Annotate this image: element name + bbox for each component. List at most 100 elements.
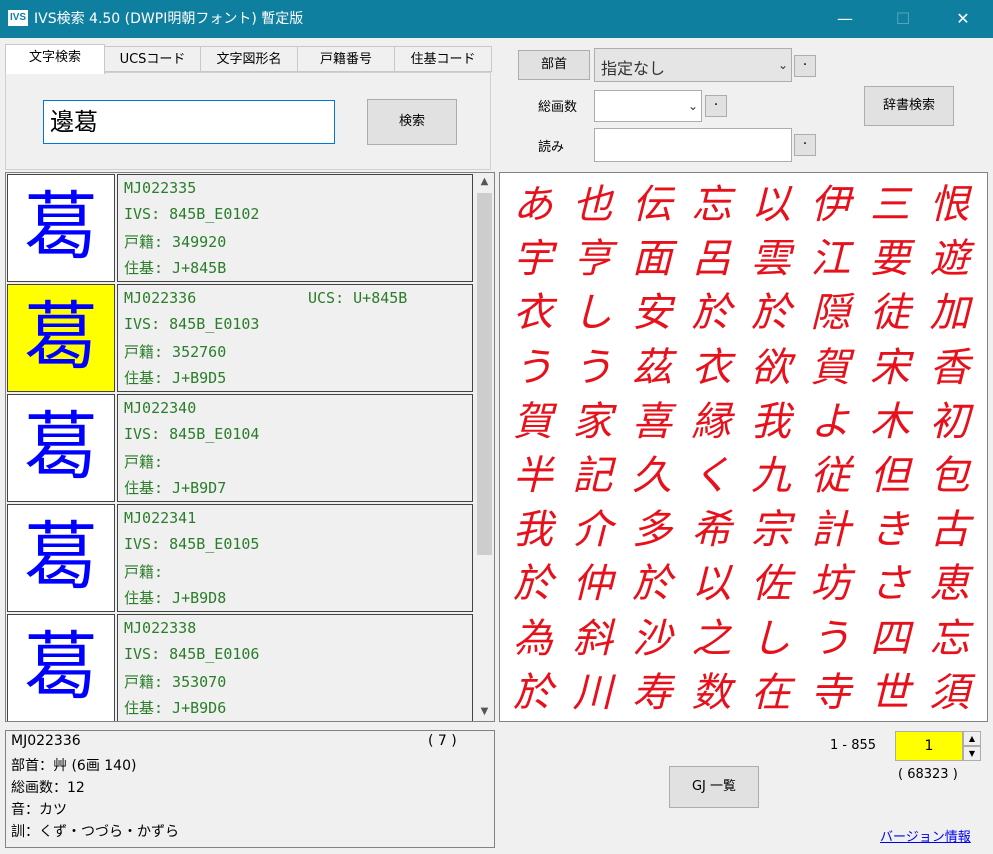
hentaigana-cell[interactable]: 記 xyxy=(564,448,622,504)
hentaigana-cell[interactable]: う xyxy=(504,340,562,396)
result-row[interactable]: 葛 MJ022340 IVS: 845B_E0104 戸籍: 住基: J+B9D… xyxy=(6,393,474,503)
hentaigana-cell[interactable]: 面 xyxy=(623,231,681,287)
hentaigana-cell[interactable]: 半 xyxy=(504,448,562,504)
hentaigana-cell[interactable]: 古 xyxy=(921,502,979,558)
version-info-link[interactable]: バージョン情報 xyxy=(880,826,971,845)
hentaigana-cell[interactable]: 家 xyxy=(564,394,622,450)
tab-ucs-code[interactable]: UCSコード xyxy=(104,46,201,72)
result-row[interactable]: 葛 MJ022341 IVS: 845B_E0105 戸籍: 住基: J+B9D… xyxy=(6,503,474,613)
hentaigana-cell[interactable]: 忘 xyxy=(683,177,741,233)
result-row[interactable]: 葛 MJ022338 IVS: 845B_E0106 戸籍: 353070 住基… xyxy=(6,613,474,721)
hentaigana-cell[interactable]: う xyxy=(802,611,860,667)
hentaigana-cell[interactable]: 佐 xyxy=(742,556,800,612)
hentaigana-cell[interactable]: 九 xyxy=(742,448,800,504)
hentaigana-cell[interactable]: 恨 xyxy=(921,177,979,233)
hentaigana-cell[interactable]: よ xyxy=(802,394,860,450)
tab-juki-code[interactable]: 住基コード xyxy=(394,46,492,72)
hentaigana-cell[interactable]: 世 xyxy=(861,665,919,721)
bushu-button[interactable]: 部首 xyxy=(518,50,590,80)
strokes-select[interactable]: ⌄ xyxy=(594,90,702,122)
hentaigana-cell[interactable]: 数 xyxy=(683,665,741,721)
hentaigana-cell[interactable]: 衣 xyxy=(504,285,562,341)
bushu-dot-button[interactable]: · xyxy=(794,55,816,77)
result-scrollbar[interactable]: ▲ ▼ xyxy=(475,173,494,721)
hentaigana-cell[interactable]: 縁 xyxy=(683,394,741,450)
hentaigana-cell[interactable]: 賀 xyxy=(504,394,562,450)
hentaigana-cell[interactable]: 加 xyxy=(921,285,979,341)
hentaigana-cell[interactable]: 為 xyxy=(504,611,562,667)
close-button[interactable]: ✕ xyxy=(940,0,986,38)
hentaigana-cell[interactable]: 衣 xyxy=(683,340,741,396)
hentaigana-cell[interactable]: 江 xyxy=(802,231,860,287)
hentaigana-cell[interactable]: 久 xyxy=(623,448,681,504)
tab-text-search[interactable]: 文字検索 xyxy=(5,44,105,74)
hentaigana-cell[interactable]: 坊 xyxy=(802,556,860,612)
hentaigana-cell[interactable]: 喜 xyxy=(623,394,681,450)
hentaigana-cell[interactable]: 呂 xyxy=(683,231,741,287)
hentaigana-cell[interactable]: 三 xyxy=(861,177,919,233)
hentaigana-cell[interactable]: 之 xyxy=(683,611,741,667)
hentaigana-cell[interactable]: 也 xyxy=(564,177,622,233)
hentaigana-cell[interactable]: し xyxy=(564,285,622,341)
result-row[interactable]: 葛 MJ022335 IVS: 845B_E0102 戸籍: 349920 住基… xyxy=(6,173,474,283)
search-button[interactable]: 検索 xyxy=(367,99,457,145)
hentaigana-cell[interactable]: 賀 xyxy=(802,340,860,396)
strokes-dot-button[interactable]: · xyxy=(705,95,727,117)
hentaigana-cell[interactable]: 仲 xyxy=(564,556,622,612)
hentaigana-cell[interactable]: 寿 xyxy=(623,665,681,721)
hentaigana-cell[interactable]: 宗 xyxy=(742,502,800,558)
hentaigana-cell[interactable]: 以 xyxy=(683,556,741,612)
bushu-select[interactable]: 指定なし ⌄ xyxy=(594,48,792,82)
hentaigana-cell[interactable]: 川 xyxy=(564,665,622,721)
hentaigana-cell[interactable]: 但 xyxy=(861,448,919,504)
hentaigana-cell[interactable]: 宇 xyxy=(504,231,562,287)
hentaigana-cell[interactable]: 沙 xyxy=(623,611,681,667)
gj-list-button[interactable]: GJ 一覧 xyxy=(669,766,759,808)
tab-koseki-number[interactable]: 戸籍番号 xyxy=(297,46,395,72)
reading-dot-button[interactable]: · xyxy=(794,134,816,156)
hentaigana-cell[interactable]: 於 xyxy=(504,665,562,721)
hentaigana-cell[interactable]: 伊 xyxy=(802,177,860,233)
hentaigana-cell[interactable]: 徒 xyxy=(861,285,919,341)
scroll-down-icon[interactable]: ▼ xyxy=(475,703,494,721)
hentaigana-cell[interactable]: あ xyxy=(504,177,562,233)
hentaigana-cell[interactable]: 斜 xyxy=(564,611,622,667)
hentaigana-cell[interactable]: 寺 xyxy=(802,665,860,721)
hentaigana-cell[interactable]: う xyxy=(564,340,622,396)
hentaigana-cell[interactable]: 恵 xyxy=(921,556,979,612)
hentaigana-cell[interactable]: 計 xyxy=(802,502,860,558)
hentaigana-cell[interactable]: 雲 xyxy=(742,231,800,287)
hentaigana-cell[interactable]: 我 xyxy=(504,502,562,558)
hentaigana-cell[interactable]: 伝 xyxy=(623,177,681,233)
hentaigana-cell[interactable]: 従 xyxy=(802,448,860,504)
hentaigana-cell[interactable]: き xyxy=(861,502,919,558)
hentaigana-cell[interactable]: 安 xyxy=(623,285,681,341)
dictionary-search-button[interactable]: 辞書検索 xyxy=(864,86,954,126)
page-spinner[interactable]: 1 ▲ ▼ xyxy=(895,731,985,761)
hentaigana-cell[interactable]: 在 xyxy=(742,665,800,721)
hentaigana-cell[interactable]: 我 xyxy=(742,394,800,450)
spin-down-icon[interactable]: ▼ xyxy=(963,746,981,761)
hentaigana-cell[interactable]: 包 xyxy=(921,448,979,504)
hentaigana-cell[interactable]: 四 xyxy=(861,611,919,667)
hentaigana-cell[interactable]: 希 xyxy=(683,502,741,558)
hentaigana-cell[interactable]: 須 xyxy=(921,665,979,721)
reading-input[interactable] xyxy=(594,128,792,162)
hentaigana-cell[interactable]: 木 xyxy=(861,394,919,450)
hentaigana-cell[interactable]: 介 xyxy=(564,502,622,558)
hentaigana-cell[interactable]: 宋 xyxy=(861,340,919,396)
hentaigana-cell[interactable]: 隠 xyxy=(802,285,860,341)
maximize-button[interactable]: ☐ xyxy=(880,0,926,38)
hentaigana-cell[interactable]: 多 xyxy=(623,502,681,558)
hentaigana-cell[interactable]: 於 xyxy=(623,556,681,612)
search-input[interactable]: 邊葛 xyxy=(43,100,335,144)
hentaigana-cell[interactable]: 於 xyxy=(742,285,800,341)
tab-glyph-name[interactable]: 文字図形名 xyxy=(200,46,298,72)
hentaigana-cell[interactable]: 欲 xyxy=(742,340,800,396)
hentaigana-cell[interactable]: 香 xyxy=(921,340,979,396)
hentaigana-cell[interactable]: く xyxy=(683,448,741,504)
scroll-thumb[interactable] xyxy=(477,193,492,555)
result-row[interactable]: 葛 MJ022336 UCS: U+845B IVS: 845B_E0103 戸… xyxy=(6,283,474,393)
hentaigana-cell[interactable]: 亨 xyxy=(564,231,622,287)
hentaigana-cell[interactable]: 以 xyxy=(742,177,800,233)
